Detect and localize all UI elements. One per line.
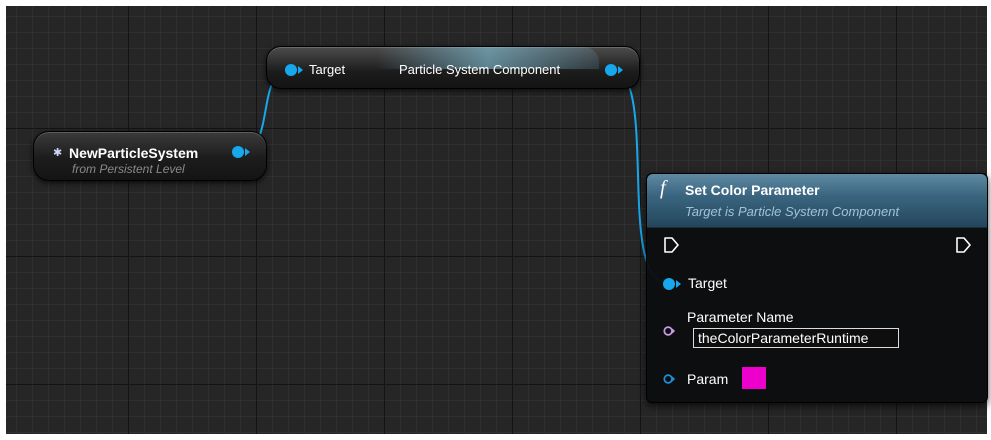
parameter-name-label: Parameter Name [687,309,794,325]
function-node-header: f Set Color Parameter Target is Particle… [647,174,987,228]
function-title: Set Color Parameter [685,182,820,198]
function-target-label: Target [688,275,727,291]
exec-input-pin-icon[interactable] [663,237,679,253]
component-output-label: Particle System Component [399,62,561,77]
variable-name: NewParticleSystem [69,145,199,161]
param-color-swatch[interactable] [742,367,766,389]
variable-output-pin[interactable] [232,146,250,158]
function-f-icon: f [660,177,666,199]
param-label: Param [687,371,729,387]
function-subtitle: Target is Particle System Component [685,204,900,219]
exec-output-pin-icon[interactable] [955,237,971,253]
particle-component-getter-node[interactable]: Target Particle System Component [266,46,640,89]
target-input-pin[interactable] [285,64,303,76]
level-reference-icon: ✱ [53,147,63,159]
set-color-parameter-node[interactable]: f Set Color Parameter Target is Particle… [646,173,988,403]
target-input-label: Target [309,62,346,77]
parameter-name-pin-icon[interactable] [663,325,675,337]
param-color-pin-icon[interactable] [663,373,675,385]
component-output-pin[interactable] [605,64,623,76]
variable-node-newparticlesystem[interactable]: ✱ NewParticleSystem from Persistent Leve… [33,131,267,181]
variable-subtitle: from Persistent Level [72,162,185,176]
parameter-name-input[interactable] [693,328,899,348]
function-target-pin[interactable] [663,278,681,290]
